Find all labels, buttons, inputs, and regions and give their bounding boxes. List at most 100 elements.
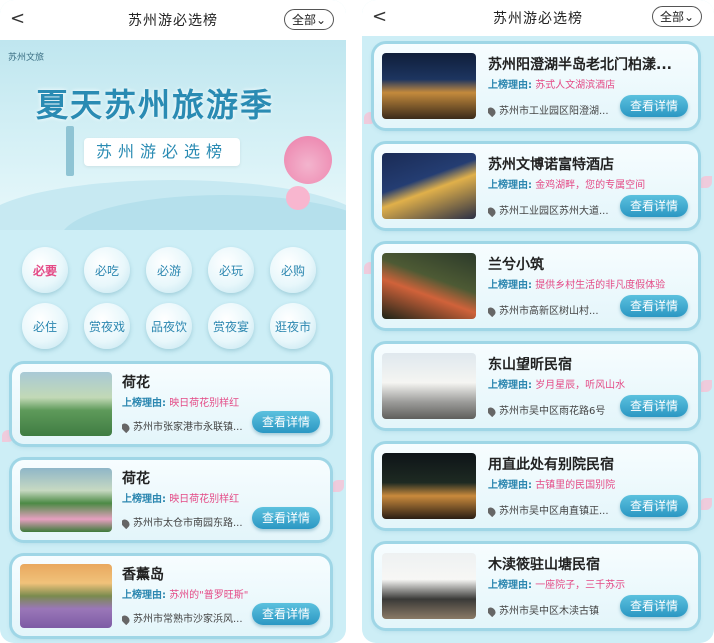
address-text: 苏州市吴中区雨花路6号 — [499, 406, 606, 417]
reason-label: 上榜理由: — [488, 480, 532, 491]
reason-value: 岁月星辰，听风山水 — [535, 380, 626, 391]
filter-dropdown[interactable]: 全部⌄ — [651, 6, 702, 27]
view-details-button[interactable]: 查看详情 — [252, 411, 320, 433]
page-title: 苏州游必选榜 — [493, 11, 583, 27]
list-item-image — [382, 253, 476, 319]
list-item-address: 苏州市张家港市永联镇... — [122, 418, 252, 433]
list-item[interactable]: 兰兮小筑 上榜理由: 提供乡村生活的非凡度假体验 苏州市高新区树山村... 查看… — [374, 244, 698, 328]
list-item-title: 东山望昕民宿 — [488, 357, 572, 373]
list-item-title: 苏州阳澄湖半岛老北门柏漾... — [488, 57, 672, 73]
address-text: 苏州市太仓市南园东路... — [133, 518, 243, 529]
banner-subtitle: 苏州游必选榜 — [84, 138, 241, 166]
reason-label: 上榜理由: — [122, 494, 166, 505]
list-item-title: 用直此处有别院民宿 — [488, 457, 614, 473]
petal-decoration — [332, 480, 344, 492]
reason-label: 上榜理由: — [122, 398, 166, 409]
petal-decoration — [700, 176, 712, 188]
location-pin-icon — [488, 405, 498, 417]
list-item-address: 苏州市吴中区雨花路6号 — [488, 402, 608, 417]
page-title: 苏州游必选榜 — [128, 13, 218, 29]
list-item-image — [382, 353, 476, 419]
list-item-image — [382, 453, 476, 519]
reason-label: 上榜理由: — [488, 180, 532, 191]
category-must-play[interactable]: 必玩 — [208, 247, 254, 293]
list-item-title: 木渎筱驻山塘民宿 — [488, 557, 600, 573]
filter-dropdown[interactable]: 全部⌄ — [283, 9, 334, 30]
list-item-reason: 上榜理由: 岁月星辰，听风山水 — [488, 376, 688, 391]
list-item[interactable]: 木渎筱驻山塘民宿 上榜理由: 一座院子，三千苏示 苏州市吴中区木渎古镇 查看详情 — [374, 544, 698, 628]
list-item-address: 苏州市工业园区阳澄湖... — [488, 102, 608, 117]
list-item-reason: 上榜理由: 一座院子，三千苏示 — [488, 576, 688, 591]
back-icon[interactable]: < — [372, 6, 387, 27]
reason-value: 苏式人文湖滨酒店 — [535, 80, 616, 91]
address-text: 苏州市常熟市沙家浜风... — [133, 614, 243, 625]
reason-label: 上榜理由: — [488, 380, 532, 391]
list-item-title: 兰兮小筑 — [488, 257, 544, 273]
list-item-title: 香薰岛 — [122, 567, 164, 583]
list-item[interactable]: 荷花 上榜理由: 映日荷花别样红 苏州市张家港市永联镇... 查看详情 — [12, 364, 330, 444]
reason-value: 苏州的"普罗旺斯" — [169, 590, 249, 601]
category-grid: 必要 必吃 必游 必玩 必购 必住 赏夜戏 品夜饮 赏夜宴 逛夜市 — [0, 235, 346, 355]
location-pin-icon — [122, 517, 132, 529]
list-item-title: 荷花 — [122, 375, 150, 391]
view-details-button[interactable]: 查看详情 — [252, 507, 320, 529]
petal-decoration — [700, 380, 712, 392]
list-item-reason: 上榜理由: 苏式人文湖滨酒店 — [488, 76, 688, 91]
view-details-button[interactable]: 查看详情 — [620, 395, 688, 417]
reason-label: 上榜理由: — [488, 580, 532, 591]
category-must-tour[interactable]: 必游 — [146, 247, 192, 293]
banner-logo: 苏州文旅 — [8, 53, 45, 63]
view-details-button[interactable]: 查看详情 — [620, 295, 688, 317]
address-text: 苏州市张家港市永联镇... — [133, 422, 243, 433]
list-item-address: 苏州市太仓市南园东路... — [122, 514, 252, 529]
view-details-button[interactable]: 查看详情 — [620, 195, 688, 217]
category-must-buy[interactable]: 必购 — [270, 247, 316, 293]
address-text: 苏州市吴中区木渎古镇 — [499, 606, 599, 617]
list-item[interactable]: 用直此处有别院民宿 上榜理由: 古镇里的民国别院 苏州市吴中区甪直镇正... 查… — [374, 444, 698, 528]
location-pin-icon — [488, 605, 498, 617]
list-item-title: 苏州文博诺富特酒店 — [488, 157, 614, 173]
top-bar: < 苏州游必选榜 全部⌄ — [362, 0, 714, 36]
list-item-image — [20, 564, 112, 628]
category-must-eat[interactable]: 必吃 — [84, 247, 130, 293]
address-text: 苏州市工业园区阳澄湖... — [499, 106, 608, 117]
list-item[interactable]: 苏州阳澄湖半岛老北门柏漾... 上榜理由: 苏式人文湖滨酒店 苏州市工业园区阳澄… — [374, 44, 698, 128]
location-pin-icon — [122, 613, 132, 625]
list-item[interactable]: 荷花 上榜理由: 映日荷花别样红 苏州市太仓市南园东路... 查看详情 — [12, 460, 330, 540]
category-night-show[interactable]: 赏夜戏 — [84, 303, 130, 349]
list-item[interactable]: 苏州文博诺富特酒店 上榜理由: 金鸡湖畔，您的专属空间 苏州工业园区苏州大道..… — [374, 144, 698, 228]
location-pin-icon — [488, 105, 498, 117]
view-details-button[interactable]: 查看详情 — [620, 495, 688, 517]
location-pin-icon — [488, 505, 498, 517]
petal-decoration — [700, 498, 712, 510]
category-night-feast[interactable]: 赏夜宴 — [208, 303, 254, 349]
top-bar: < 苏州游必选榜 全部⌄ — [0, 0, 346, 40]
address-text: 苏州市高新区树山村... — [499, 306, 599, 317]
category-must-stay[interactable]: 必住 — [22, 303, 68, 349]
category-night-drink[interactable]: 品夜饮 — [146, 303, 192, 349]
reason-label: 上榜理由: — [122, 590, 166, 601]
list-item-image — [382, 53, 476, 119]
list-item-reason: 上榜理由: 金鸡湖畔，您的专属空间 — [488, 176, 688, 191]
location-pin-icon — [488, 205, 498, 217]
reason-value: 金鸡湖畔，您的专属空间 — [535, 180, 646, 191]
view-details-button[interactable]: 查看详情 — [252, 603, 320, 625]
list-item[interactable]: 香薰岛 上榜理由: 苏州的"普罗旺斯" 苏州市常熟市沙家浜风... 查看详情 — [12, 556, 330, 636]
address-text: 苏州市吴中区甪直镇正... — [499, 506, 608, 517]
view-details-button[interactable]: 查看详情 — [620, 95, 688, 117]
list-item-reason: 上榜理由: 映日荷花别样红 — [122, 490, 322, 505]
list-item[interactable]: 东山望昕民宿 上榜理由: 岁月星辰，听风山水 苏州市吴中区雨花路6号 查看详情 — [374, 344, 698, 428]
list-item-image — [382, 553, 476, 619]
banner: 苏州文旅 夏天苏州旅游季 苏州游必选榜 — [0, 40, 346, 230]
category-must-see[interactable]: 必要 — [22, 247, 68, 293]
lotus-bud-illustration — [286, 186, 310, 210]
reason-value: 映日荷花别样红 — [169, 494, 240, 505]
list-item-address: 苏州市吴中区木渎古镇 — [488, 602, 608, 617]
back-icon[interactable]: < — [10, 8, 25, 29]
banner-title: 夏天苏州旅游季 — [36, 86, 275, 124]
location-pin-icon — [488, 305, 498, 317]
view-details-button[interactable]: 查看详情 — [620, 595, 688, 617]
reason-value: 映日荷花别样红 — [169, 398, 240, 409]
category-night-market[interactable]: 逛夜市 — [270, 303, 316, 349]
reason-value: 一座院子，三千苏示 — [535, 580, 626, 591]
